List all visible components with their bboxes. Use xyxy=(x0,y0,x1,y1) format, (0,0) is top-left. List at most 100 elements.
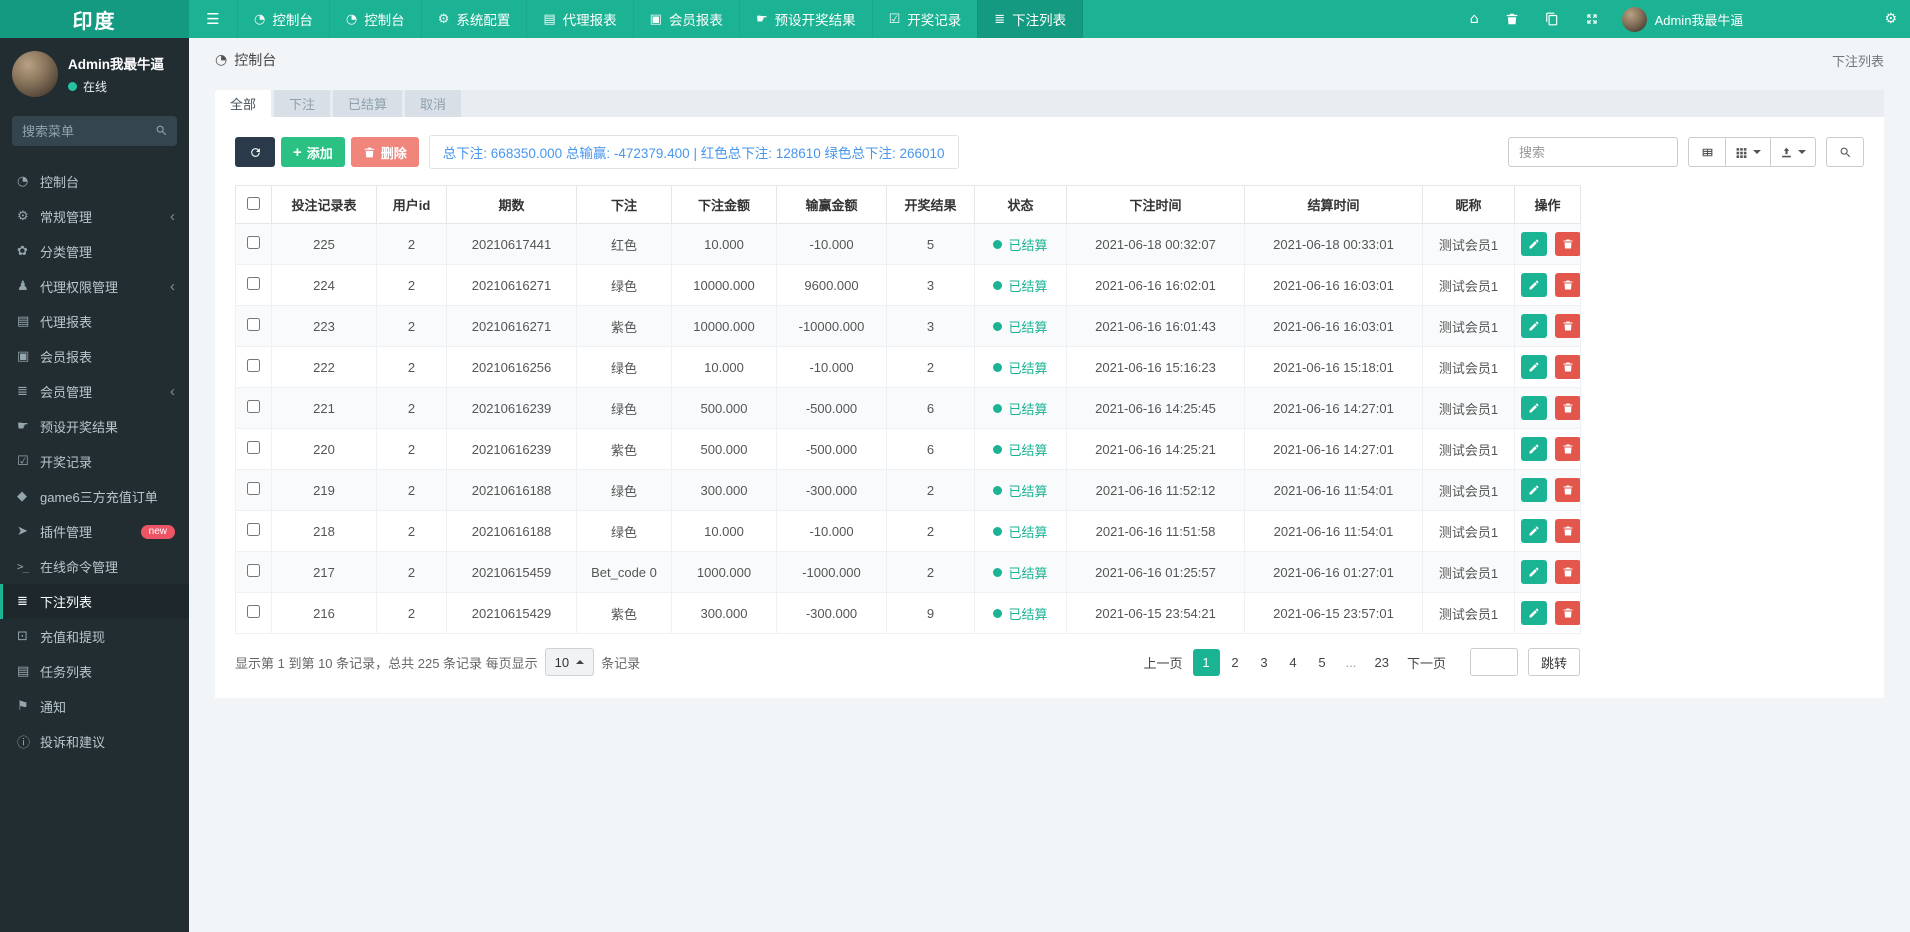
sidebar-item-下注列表[interactable]: ≣ 下注列表 xyxy=(0,584,189,619)
sidebar-item-会员管理[interactable]: ≣ 会员管理 ‹ xyxy=(0,374,189,409)
status-badge: 已结算 xyxy=(993,522,1048,541)
delete-row-button[interactable] xyxy=(1554,478,1580,502)
cell-winloss-amount: 9600.000 xyxy=(776,264,887,306)
pagination-page-5[interactable]: 5 xyxy=(1309,649,1336,676)
brand-logo[interactable]: 印度 xyxy=(0,0,189,38)
sidebar-item-开奖记录[interactable]: ☑ 开奖记录 xyxy=(0,444,189,479)
caret-down-icon xyxy=(1753,150,1761,154)
sidebar-search-input[interactable] xyxy=(12,116,177,146)
row-checkbox[interactable] xyxy=(247,564,260,577)
export-button[interactable] xyxy=(1771,137,1816,167)
sidebar-item-充值和提现[interactable]: ⊡ 充值和提现 xyxy=(0,619,189,654)
sidebar-item-常规管理[interactable]: ⚙ 常规管理 ‹ xyxy=(0,199,189,234)
sidebar-item-投诉和建议[interactable]: ⓘ 投诉和建议 xyxy=(0,724,189,759)
delete-row-button[interactable] xyxy=(1554,601,1580,625)
pagination-prev[interactable]: 上一页 xyxy=(1135,649,1190,676)
topnav-item-下注列表[interactable]: ≣ 下注列表 xyxy=(977,0,1084,38)
delete-row-button[interactable] xyxy=(1554,396,1580,420)
sidebar-item-game6三方充值订单[interactable]: ◆ game6三方充值订单 xyxy=(0,479,189,514)
row-checkbox[interactable] xyxy=(247,277,260,290)
sidebar-item-代理报表[interactable]: ▤ 代理报表 xyxy=(0,304,189,339)
delete-row-button[interactable] xyxy=(1554,560,1580,584)
clear-trash-button[interactable] xyxy=(1492,0,1532,38)
table-search-input[interactable] xyxy=(1508,137,1678,167)
edit-row-button[interactable] xyxy=(1521,478,1547,502)
sidebar-toggle-button[interactable]: ☰ xyxy=(189,0,237,38)
edit-row-button[interactable] xyxy=(1521,396,1547,420)
sidebar-item-分类管理[interactable]: ✿ 分类管理 xyxy=(0,234,189,269)
sidebar-item-插件管理[interactable]: ➤ 插件管理 new xyxy=(0,514,189,549)
breadcrumb[interactable]: ◔ 控制台 xyxy=(215,50,276,70)
add-button[interactable]: + 添加 xyxy=(281,137,345,167)
pagination-next[interactable]: 下一页 xyxy=(1399,649,1454,676)
settings-button[interactable]: ⚙ xyxy=(1871,0,1910,38)
sidebar-item-任务列表[interactable]: ▤ 任务列表 xyxy=(0,654,189,689)
delete-button[interactable]: 删除 xyxy=(350,137,419,167)
edit-row-button[interactable] xyxy=(1521,355,1547,379)
edit-row-button[interactable] xyxy=(1521,314,1547,338)
topnav-item-会员报表[interactable]: ▣ 会员报表 xyxy=(632,0,739,38)
sidebar-item-通知[interactable]: ⚑ 通知 xyxy=(0,689,189,724)
columns-button[interactable] xyxy=(1726,137,1771,167)
sidebar-item-控制台[interactable]: ◔ 控制台 xyxy=(0,164,189,199)
topnav-item-代理报表[interactable]: ▤ 代理报表 xyxy=(526,0,632,38)
delete-row-button[interactable] xyxy=(1554,437,1580,461)
sidebar-item-会员报表[interactable]: ▣ 会员报表 xyxy=(0,339,189,374)
row-checkbox[interactable] xyxy=(247,318,260,331)
pagination-page-23[interactable]: 23 xyxy=(1367,649,1397,676)
row-checkbox[interactable] xyxy=(247,482,260,495)
cell-record-id: 223 xyxy=(271,305,377,347)
sidebar-item-预设开奖结果[interactable]: ☛ 预设开奖结果 xyxy=(0,409,189,444)
pagination-page-1[interactable]: 1 xyxy=(1192,648,1220,676)
row-checkbox[interactable] xyxy=(247,236,260,249)
tab-下注[interactable]: 下注 xyxy=(274,90,331,117)
page-size-select[interactable]: 10 xyxy=(544,648,595,676)
row-checkbox[interactable] xyxy=(247,523,260,536)
topnav-item-系统配置[interactable]: ⚙ 系统配置 xyxy=(420,0,527,38)
row-checkbox[interactable] xyxy=(247,359,260,372)
table-row: 224 2 20210616271 绿色 10000.000 9600.000 … xyxy=(235,264,1581,306)
edit-row-button[interactable] xyxy=(1521,273,1547,297)
topnav-item-控制台[interactable]: ◔ 控制台 xyxy=(328,0,421,38)
column-header-状态: 状态 xyxy=(974,185,1067,224)
sidebar-item-代理权限管理[interactable]: ♟ 代理权限管理 ‹ xyxy=(0,269,189,304)
cell-actions xyxy=(1514,469,1581,511)
topnav-item-开奖记录[interactable]: ☑ 开奖记录 xyxy=(871,0,978,38)
user-menu[interactable]: Admin我最牛逼 xyxy=(1612,6,1754,32)
select-all-checkbox[interactable] xyxy=(247,196,260,210)
file-button[interactable] xyxy=(1532,0,1572,38)
edit-row-button[interactable] xyxy=(1521,519,1547,543)
search-button[interactable] xyxy=(1826,137,1864,167)
home-button[interactable]: ⌂ xyxy=(1457,0,1492,38)
delete-row-button[interactable] xyxy=(1554,314,1580,338)
edit-row-button[interactable] xyxy=(1521,560,1547,584)
edit-row-button[interactable] xyxy=(1521,437,1547,461)
delete-row-button[interactable] xyxy=(1554,273,1580,297)
pagination-page-4[interactable]: 4 xyxy=(1280,649,1307,676)
sidebar-item-在线命令管理[interactable]: >_ 在线命令管理 xyxy=(0,549,189,584)
jump-button[interactable]: 跳转 xyxy=(1527,648,1580,676)
cell-actions xyxy=(1514,305,1581,347)
delete-row-button[interactable] xyxy=(1554,519,1580,543)
row-checkbox[interactable] xyxy=(247,605,260,618)
tab-全部[interactable]: 全部 xyxy=(215,90,272,117)
pagination-page-2[interactable]: 2 xyxy=(1222,649,1249,676)
tab-已结算[interactable]: 已结算 xyxy=(333,90,403,117)
status-badge: 已结算 xyxy=(993,358,1048,377)
topnav-item-预设开奖结果[interactable]: ☛ 预设开奖结果 xyxy=(738,0,872,38)
cell-winloss-amount: -500.000 xyxy=(776,428,887,470)
edit-row-button[interactable] xyxy=(1521,232,1547,256)
refresh-button[interactable] xyxy=(235,137,275,167)
tab-取消[interactable]: 取消 xyxy=(405,90,462,117)
row-checkbox[interactable] xyxy=(247,441,260,454)
pagination-page-3[interactable]: 3 xyxy=(1251,649,1278,676)
row-checkbox[interactable] xyxy=(247,400,260,413)
jump-page-input[interactable] xyxy=(1469,648,1518,676)
fullscreen-button[interactable] xyxy=(1572,0,1612,38)
topnav-item-控制台[interactable]: ◔ 控制台 xyxy=(237,0,329,38)
delete-row-button[interactable] xyxy=(1554,232,1580,256)
delete-row-button[interactable] xyxy=(1554,355,1580,379)
detail-view-button[interactable] xyxy=(1688,137,1726,167)
pagination-ellipsis: ... xyxy=(1345,654,1357,670)
edit-row-button[interactable] xyxy=(1521,601,1547,625)
